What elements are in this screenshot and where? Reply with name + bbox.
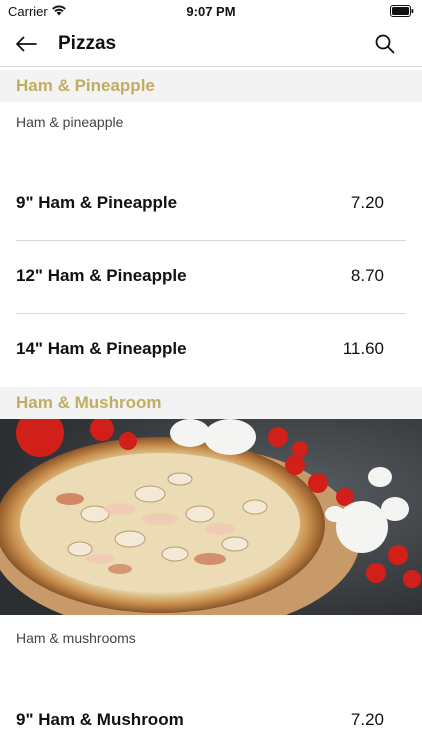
item-name: 9" Ham & Pineapple <box>16 193 178 212</box>
section-description: Ham & mushrooms <box>16 630 136 646</box>
item-name: 9" Ham & Mushroom <box>16 710 184 729</box>
page-title: Pizzas <box>58 33 117 54</box>
item-price: 8.70 <box>350 266 384 285</box>
item-price: 7.20 <box>350 710 384 729</box>
menu-item-row[interactable]: 9" Ham & Pineapple 7.20 <box>0 168 422 241</box>
pizza-photo <box>0 419 422 615</box>
item-price: 7.20 <box>350 193 384 212</box>
menu-item-row[interactable]: 12" Ham & Pineapple 8.70 <box>0 241 422 314</box>
navigation-bar: Pizzas <box>0 22 422 67</box>
section-header-ham-mushroom: Ham & Mushroom <box>0 387 422 419</box>
section-title: Ham & Pineapple <box>16 76 155 95</box>
clock: 9:07 PM <box>186 4 236 19</box>
item-price: 11.60 <box>342 339 384 358</box>
section-header-ham-pineapple: Ham & Pineapple <box>0 70 422 102</box>
search-icon[interactable] <box>374 33 396 55</box>
menu-item-row[interactable]: 9" Ham & Mushroom 7.20 <box>0 685 422 750</box>
arrow-left-icon <box>16 36 37 52</box>
section-description: Ham & pineapple <box>16 114 124 130</box>
back-button[interactable] <box>12 31 40 57</box>
battery-icon <box>390 5 414 17</box>
item-name: 12" Ham & Pineapple <box>16 266 187 285</box>
status-bar: Carrier 9:07 PM <box>0 0 422 22</box>
menu-item-row[interactable]: 14" Ham & Pineapple 11.60 <box>0 314 422 387</box>
item-name: 14" Ham & Pineapple <box>16 339 187 358</box>
section-title: Ham & Mushroom <box>16 393 162 412</box>
